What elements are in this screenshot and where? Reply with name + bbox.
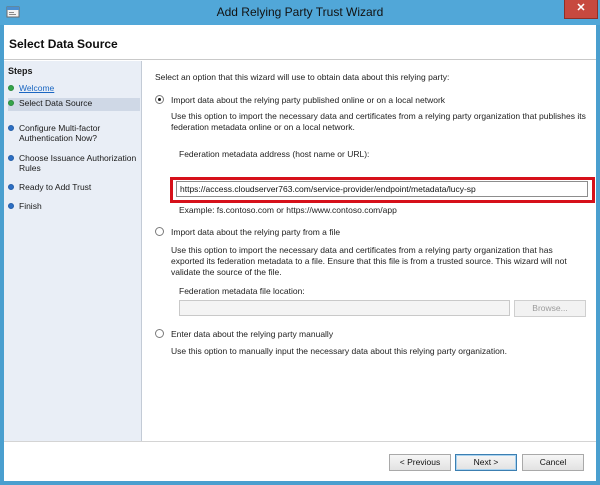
next-button[interactable]: Next > [455,454,517,471]
cancel-button[interactable]: Cancel [522,454,584,471]
step-label: Configure Multi-factor Authentication No… [19,123,101,143]
wizard-header: Select Data Source [4,25,596,60]
window-title: Add Relying Party Trust Wizard [216,5,384,19]
metadata-address-label: Federation metadata address (host name o… [179,149,370,159]
browse-button[interactable]: Browse... [514,300,586,317]
wizard-footer: < Previous Next > Cancel [4,441,596,481]
blue-dot-icon [8,155,14,161]
steps-panel: Steps Welcome Select Data Source Configu… [4,61,142,441]
blue-dot-icon [8,184,14,190]
step-issuance-rules[interactable]: Choose Issuance Authorization Rules [8,153,140,173]
step-ready-to-add[interactable]: Ready to Add Trust [8,182,140,192]
intro-text: Select an option that this wizard will u… [155,72,450,82]
page-title: Select Data Source [9,37,118,51]
step-label: Welcome [19,83,55,93]
green-dot-icon [8,100,14,106]
step-finish[interactable]: Finish [8,201,140,211]
title-bar[interactable]: Add Relying Party Trust Wizard ✕ [0,0,600,25]
step-label: Select Data Source [19,98,93,108]
step-welcome[interactable]: Welcome [8,83,140,93]
blue-dot-icon [8,125,14,131]
close-button[interactable]: ✕ [564,0,598,19]
step-label: Choose Issuance Authorization Rules [19,153,137,173]
metadata-address-example: Example: fs.contoso.com or https://www.c… [179,205,397,215]
steps-title: Steps [8,66,33,76]
option-file-label[interactable]: Import data about the relying party from… [171,227,340,237]
file-location-label: Federation metadata file location: [179,286,305,296]
radio-enter-manually[interactable] [155,329,164,338]
radio-import-file[interactable] [155,227,164,236]
main-content: Select an option that this wizard will u… [143,61,596,441]
option-file-description: Use this option to import the necessary … [171,245,567,277]
blue-dot-icon [8,203,14,209]
wizard-window: Add Relying Party Trust Wizard ✕ Select … [0,0,600,485]
step-configure-mfa[interactable]: Configure Multi-factor Authentication No… [8,123,140,143]
radio-import-online[interactable] [155,95,164,104]
metadata-address-input[interactable] [176,181,588,197]
file-location-input[interactable] [179,300,510,316]
previous-button[interactable]: < Previous [389,454,451,471]
green-dot-icon [8,85,14,91]
option-online-label[interactable]: Import data about the relying party publ… [171,95,445,105]
option-manual-description: Use this option to manually input the ne… [171,346,507,356]
option-manual-label[interactable]: Enter data about the relying party manua… [171,329,333,339]
step-label: Finish [19,201,42,211]
step-select-data-source[interactable]: Select Data Source [8,98,140,111]
step-label: Ready to Add Trust [19,182,92,192]
option-online-description: Use this option to import the necessary … [171,111,586,132]
wizard-client-area: Select Data Source Steps Welcome Select … [4,25,596,481]
